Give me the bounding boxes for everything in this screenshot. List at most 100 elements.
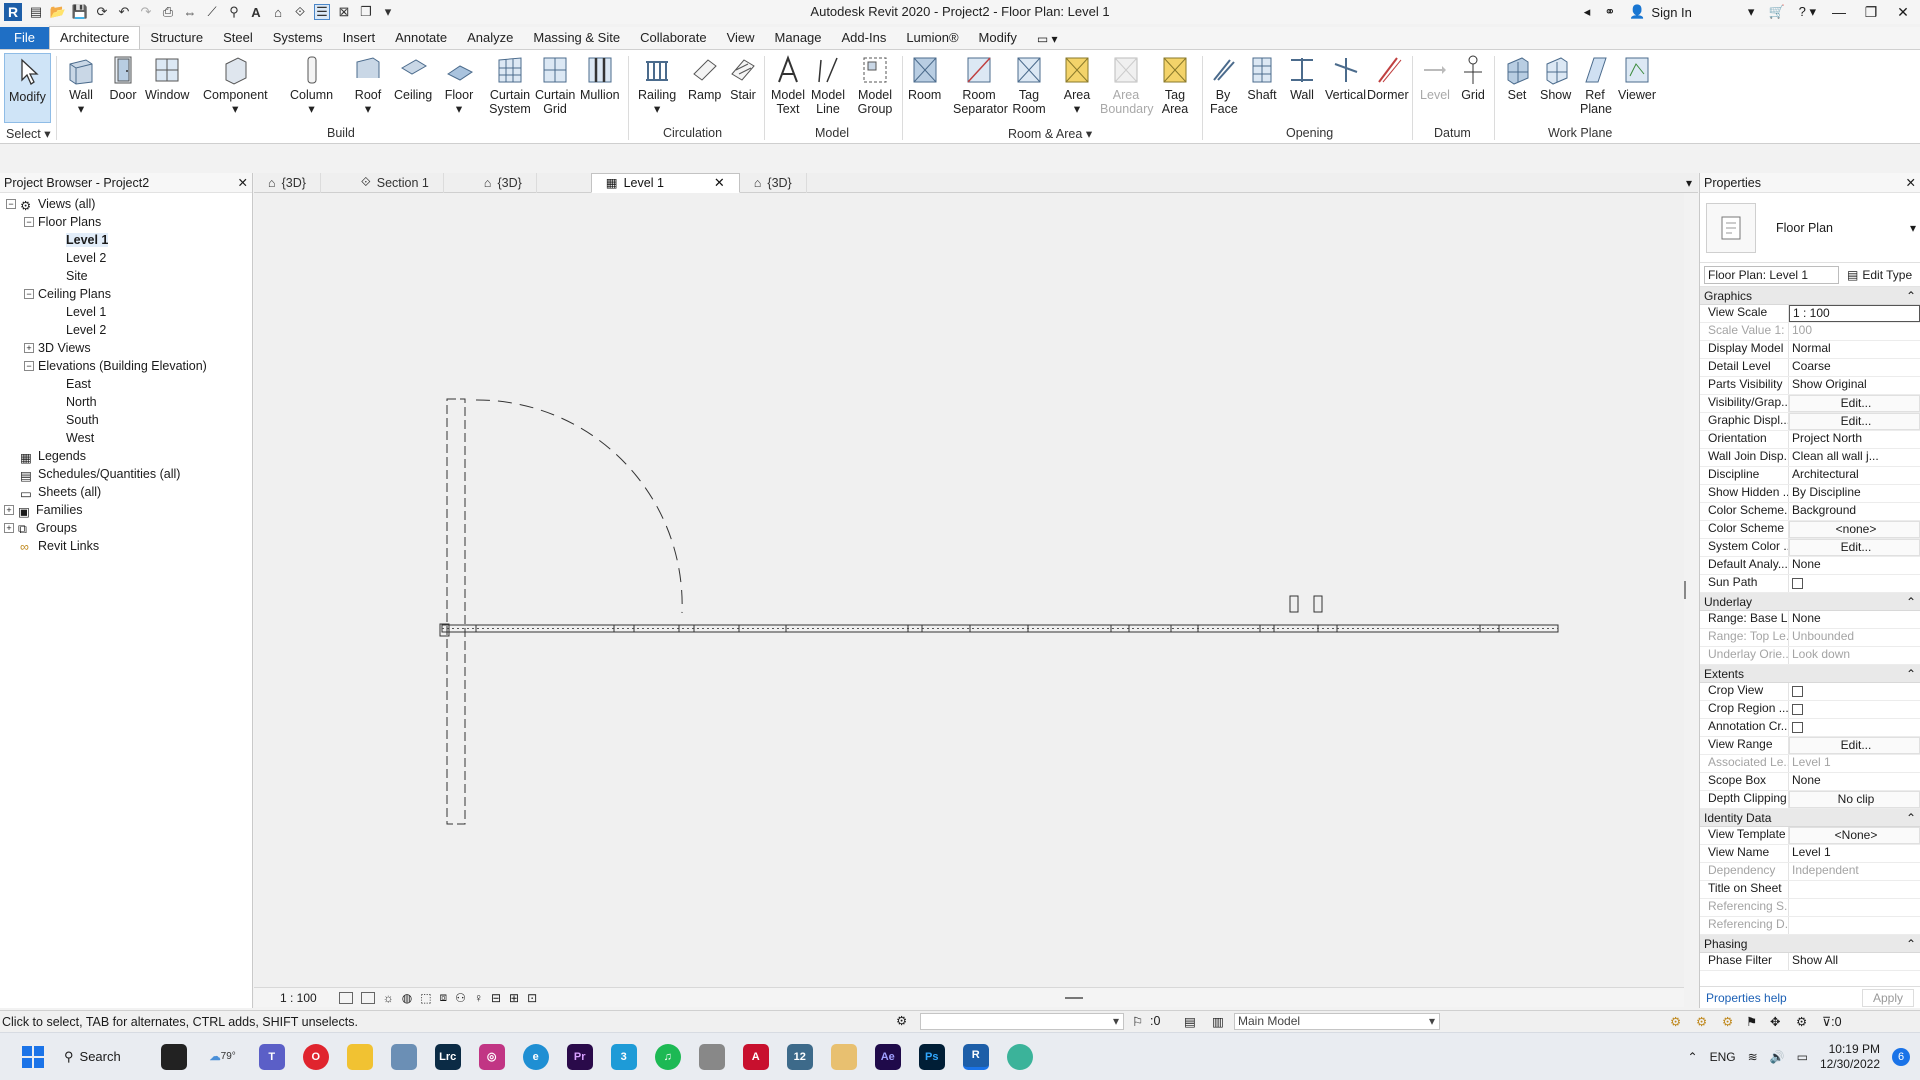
tree-floor-plan-site[interactable]: Site bbox=[0, 267, 252, 285]
spotify-icon[interactable]: ♫ bbox=[654, 1043, 681, 1070]
view-tab-3d-2[interactable]: ⌂ {3D} bbox=[444, 172, 537, 193]
highlight-displacement-icon[interactable]: ⊞ bbox=[509, 991, 519, 1005]
floor-button[interactable]: Floor ▾ bbox=[444, 54, 474, 116]
design-option-combo[interactable]: Main Model ▾ bbox=[1234, 1013, 1440, 1030]
thin-lines-icon[interactable]: ☰ bbox=[314, 4, 330, 20]
vertical-splitter[interactable] bbox=[1684, 581, 1686, 599]
redo-icon[interactable]: ↷ bbox=[138, 4, 154, 20]
tree-schedules[interactable]: ▤ Schedules/Quantities (all) bbox=[0, 465, 252, 483]
sun-path-icon[interactable]: ☼ bbox=[383, 991, 394, 1005]
ref-plane-button[interactable]: Ref Plane bbox=[1580, 54, 1612, 116]
select-by-face-icon[interactable]: ⚑ bbox=[1746, 1014, 1757, 1029]
app-3-icon[interactable]: 3 bbox=[610, 1043, 637, 1070]
photos-icon[interactable] bbox=[390, 1043, 417, 1070]
tag-area-button[interactable]: Tag Area bbox=[1160, 54, 1190, 116]
collapse-icon[interactable]: − bbox=[24, 361, 34, 371]
property-value[interactable]: None bbox=[1789, 773, 1920, 790]
close-icon[interactable]: ✕ bbox=[1906, 175, 1916, 190]
instagram-icon[interactable]: ◎ bbox=[478, 1043, 505, 1070]
tab-insert[interactable]: Insert bbox=[333, 27, 386, 49]
mullion-button[interactable]: Mullion bbox=[580, 54, 620, 102]
autocad-icon[interactable]: A bbox=[742, 1043, 769, 1070]
ribbon-minimize-icon[interactable]: ▭ ▾ bbox=[1027, 29, 1068, 49]
taskbar-search[interactable]: ⚲ Search bbox=[64, 1049, 121, 1065]
sign-in-button[interactable]: 👤 Sign In ▾ bbox=[1629, 4, 1754, 20]
property-checkbox[interactable] bbox=[1792, 686, 1803, 697]
tree-ceiling-plans[interactable]: − Ceiling Plans bbox=[0, 285, 252, 303]
language-indicator[interactable]: ENG bbox=[1710, 1050, 1736, 1064]
save-icon[interactable]: 💾 bbox=[72, 4, 88, 20]
column-button[interactable]: Column ▾ bbox=[290, 54, 333, 116]
search-back-icon[interactable]: ◂ bbox=[1584, 4, 1591, 20]
tag-icon[interactable]: ⚲ bbox=[226, 4, 242, 20]
collapse-category-icon[interactable]: ⌃ bbox=[1906, 595, 1916, 609]
tab-file[interactable]: File bbox=[0, 27, 49, 49]
customize-qat-icon[interactable]: ▾ bbox=[380, 4, 396, 20]
app-video-icon[interactable] bbox=[830, 1043, 857, 1070]
chevron-down-icon[interactable]: ▾ bbox=[1910, 221, 1920, 235]
window-button[interactable]: Window bbox=[145, 54, 189, 102]
view-tab-3d-3[interactable]: ⌂ {3D} bbox=[740, 172, 807, 193]
tab-add-ins[interactable]: Add-Ins bbox=[832, 27, 897, 49]
select-pinned-icon[interactable]: ⚙ bbox=[1722, 1014, 1733, 1029]
set-button[interactable]: Set bbox=[1502, 54, 1532, 102]
property-value[interactable]: <None> bbox=[1789, 827, 1920, 844]
properties-help-link[interactable]: Properties help bbox=[1706, 991, 1787, 1005]
filter-icon[interactable]: ⊽:0 bbox=[1822, 1014, 1842, 1029]
collapse-icon[interactable]: − bbox=[6, 199, 16, 209]
detail-level-icon[interactable] bbox=[338, 991, 353, 1004]
property-value[interactable] bbox=[1789, 683, 1920, 700]
view-tab-section-1[interactable]: ⟐ Section 1 bbox=[321, 172, 444, 193]
crop-view-icon[interactable]: ⬚ bbox=[420, 991, 431, 1005]
room-area-group-label[interactable]: Room & Area ▾ bbox=[1008, 126, 1092, 141]
close-tab-icon[interactable]: ✕ bbox=[714, 175, 725, 191]
collapse-icon[interactable]: − bbox=[24, 289, 34, 299]
property-value[interactable]: None bbox=[1789, 611, 1920, 628]
model-line-button[interactable]: Model Line bbox=[810, 54, 846, 116]
level-button[interactable]: Level bbox=[1420, 54, 1450, 102]
wall-opening-button[interactable]: Wall bbox=[1287, 54, 1317, 102]
property-value[interactable]: Show Original bbox=[1789, 377, 1920, 394]
tree-legends[interactable]: ▦ Legends bbox=[0, 447, 252, 465]
property-value[interactable] bbox=[1789, 701, 1920, 718]
dimension-icon[interactable]: ⟋ bbox=[204, 4, 220, 20]
tab-annotate[interactable]: Annotate bbox=[385, 27, 457, 49]
curtain-system-button[interactable]: Curtain System bbox=[487, 54, 533, 116]
tree-elevation-east[interactable]: East bbox=[0, 375, 252, 393]
model-group-button[interactable]: Model Group bbox=[855, 54, 895, 116]
stair-button[interactable]: Stair bbox=[728, 54, 758, 102]
measure-icon[interactable]: ⇔ bbox=[182, 4, 198, 20]
clock[interactable]: 10:19 PM 12/30/2022 bbox=[1820, 1042, 1880, 1072]
file-explorer-icon[interactable] bbox=[346, 1043, 373, 1070]
minimize-button[interactable]: — bbox=[1830, 4, 1848, 20]
property-checkbox[interactable] bbox=[1792, 704, 1803, 715]
weather-widget[interactable]: ☁ 79° bbox=[205, 1044, 241, 1070]
tree-elevation-south[interactable]: South bbox=[0, 411, 252, 429]
property-value[interactable]: Edit... bbox=[1789, 539, 1920, 556]
category-identity[interactable]: Identity Data ⌃ bbox=[1700, 809, 1920, 827]
collapse-category-icon[interactable]: ⌃ bbox=[1906, 289, 1916, 303]
revit-logo-icon[interactable]: R bbox=[4, 3, 22, 21]
tab-architecture[interactable]: Architecture bbox=[48, 26, 141, 49]
volume-icon[interactable]: 🔊 bbox=[1770, 1050, 1785, 1064]
ceiling-button[interactable]: Ceiling bbox=[394, 54, 432, 102]
tree-elevations[interactable]: − Elevations (Building Elevation) bbox=[0, 357, 252, 375]
3d-view-icon[interactable]: ⌂ bbox=[270, 4, 286, 20]
dormer-button[interactable]: Dormer bbox=[1367, 54, 1409, 102]
lightroom-icon[interactable]: Lrc bbox=[434, 1043, 461, 1070]
property-value[interactable] bbox=[1789, 881, 1920, 898]
tree-floor-plan-level-1[interactable]: Level 1 bbox=[0, 231, 252, 249]
tab-structure[interactable]: Structure bbox=[140, 27, 213, 49]
tree-3d-views[interactable]: +3D Views bbox=[0, 339, 252, 357]
view-tab-level-1[interactable]: ▦ Level 1 ✕ bbox=[590, 172, 740, 193]
section-icon[interactable]: ⟐ bbox=[292, 4, 308, 20]
battery-icon[interactable]: ▭ bbox=[1797, 1050, 1808, 1064]
property-value[interactable]: None bbox=[1789, 557, 1920, 574]
app-12-icon[interactable]: 12 bbox=[786, 1043, 813, 1070]
close-window-button[interactable]: ✕ bbox=[1894, 4, 1912, 21]
cart-icon[interactable]: 🛒 bbox=[1768, 4, 1784, 20]
property-value[interactable]: Background bbox=[1789, 503, 1920, 520]
wall-button[interactable]: Wall ▾ bbox=[66, 54, 96, 116]
expand-icon[interactable]: + bbox=[24, 343, 34, 353]
app-router-icon[interactable] bbox=[698, 1043, 725, 1070]
